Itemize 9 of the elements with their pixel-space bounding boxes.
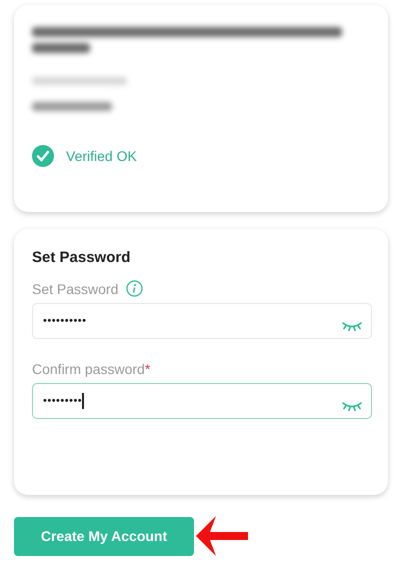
password-field[interactable]: •••••••••: [32, 383, 372, 419]
field-label: Set Password: [32, 280, 118, 296]
card-title: Set Password: [32, 249, 132, 266]
closed-eye-icon[interactable]: [341, 401, 363, 411]
info-icon[interactable]: [126, 280, 144, 297]
closed-eye-icon[interactable]: [341, 321, 363, 331]
field-label: Confirm password*: [32, 361, 150, 377]
password-field[interactable]: ••••••••••: [32, 303, 372, 339]
status-text: Verified OK: [66, 148, 137, 164]
